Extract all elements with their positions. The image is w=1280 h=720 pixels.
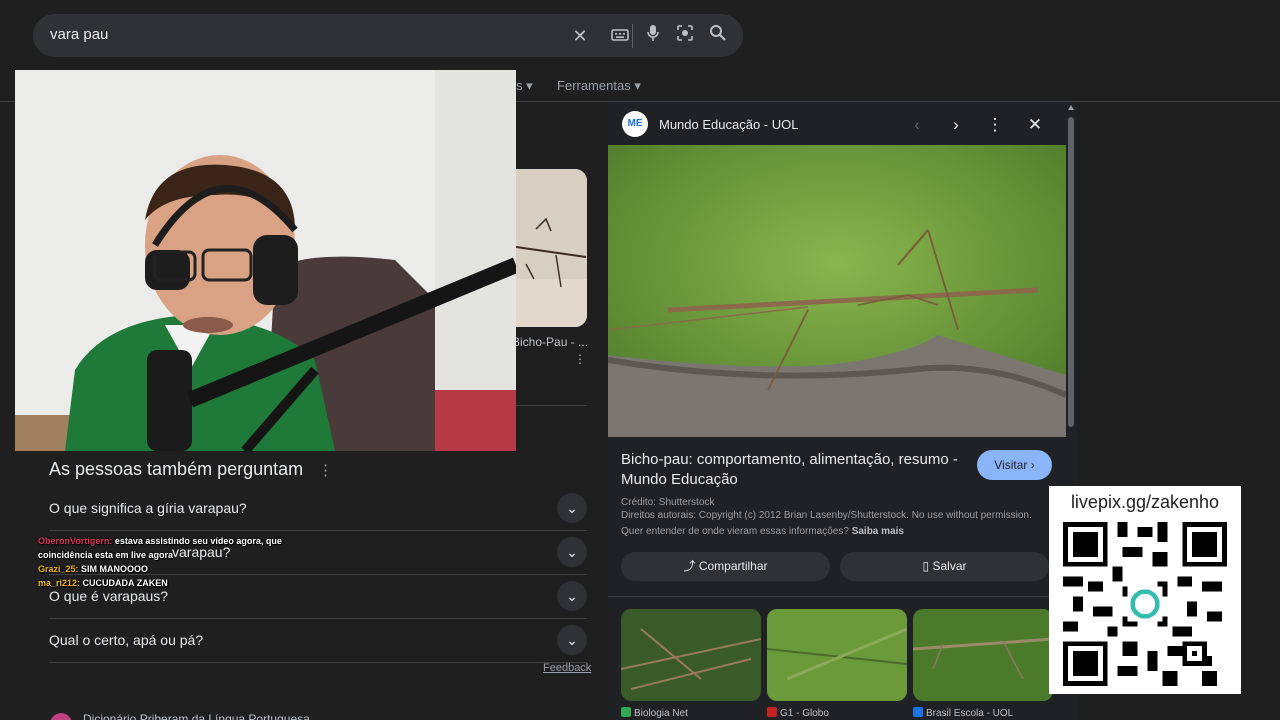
chevron-down-icon[interactable]: ⌄ [557,493,587,523]
result-title[interactable]: Bicho-pau: comportamento, alimentação, r… [621,450,966,490]
chat-message: Grazi_25: SIM MANOOOO [38,564,149,574]
chevron-down-icon[interactable]: ⌄ [557,625,587,655]
paa-heading: As pessoas também perguntam [49,459,304,479]
feedback-link[interactable]: Feedback [543,662,591,674]
divider [516,405,587,406]
scroll-up-icon[interactable] [1068,105,1074,110]
preview-image[interactable]: ⊙ [608,145,1066,437]
search-divider [632,24,633,48]
paa-question-text: O que significa a gíria varapau? [49,500,247,516]
stream-chat: OberonVortigern: estava assistindo seu v… [38,534,288,590]
related-image[interactable] [767,609,907,701]
paa-question-text: O que é varapaus? [49,588,169,604]
livepix-overlay: livepix.gg/zakenho [1049,486,1241,694]
image-credit: Crédito: Shutterstock [621,497,715,508]
image-result-thumbnail[interactable] [516,169,587,327]
chevron-right-icon[interactable]: › [944,113,968,137]
thumbnail-title[interactable]: Bicho-Pau - ... [512,335,587,349]
site-favicon [621,707,631,717]
qr-code [1063,522,1227,686]
bookmark-icon: ▯ [922,559,930,573]
microphone-icon[interactable] [641,24,665,48]
chevron-down-icon[interactable]: ⌄ [557,537,587,567]
save-button[interactable]: ▯ Salvar [840,552,1049,581]
paa-question-text: Qual o certo, apá ou pá? [49,632,204,648]
image-detail-panel: ME Mundo Educação - UOL ‹ › ⋮ ✕ Bicho-pa… [608,103,1066,720]
related-image[interactable] [621,609,761,701]
paa-question[interactable]: O que significa a gíria varapau? ⌄ [49,487,587,531]
learn-more-link[interactable]: Saiba mais [852,526,904,537]
chat-message: OberonVortigern: estava assistindo seu v… [38,536,282,560]
share-icon: ⤴ [683,559,696,573]
webcam-overlay [15,70,516,451]
search-bar[interactable]: vara pau ✕ [33,14,743,57]
scrollbar-thumb[interactable] [1068,117,1074,427]
info-source-text: Quer entender de onde vieram essas infor… [621,526,904,537]
paa-question[interactable]: Qual o certo, apá ou pá? ⌄ [49,619,587,663]
copyright-text: Direitos autorais: Copyright (c) 2012 Br… [621,510,1032,521]
tab-tools[interactable]: Ferramentas ▾ [557,78,641,94]
thumbnail-more-icon[interactable]: ⋮ [574,352,586,366]
livepix-url: livepix.gg/zakenho [1070,492,1220,512]
site-favicon [913,707,923,717]
panel-header: ME Mundo Educação - UOL ‹ › ⋮ ✕ [608,103,1066,145]
tab-more[interactable]: s ▾ [516,78,533,94]
divider [608,596,1066,597]
visit-button[interactable]: Visitar › [977,450,1052,480]
close-icon[interactable]: ✕ [1023,113,1047,137]
screen: vara pau ✕ s ▾ Ferramentas ▾ Bicho-Pau -… [0,0,1280,720]
related-source[interactable]: Brasil Escola - UOL [913,707,1013,719]
next-result-title[interactable]: Dicionário Priberam da Língua Portuguesa [83,712,310,720]
related-source[interactable]: Biologia Net [621,707,688,719]
lens-icon[interactable] [673,24,697,48]
chevron-left-icon[interactable]: ‹ [905,113,929,137]
site-favicon [50,713,72,720]
chat-message: ma_ri212: CUCUDADA ZAKEN [38,578,168,588]
source-logo: ME [622,111,648,137]
related-source[interactable]: G1 - Globo [767,707,829,719]
more-options-icon[interactable]: ⋮ [318,461,333,479]
more-vert-icon[interactable]: ⋮ [983,113,1007,137]
chevron-down-icon[interactable]: ⌄ [557,581,587,611]
search-input[interactable]: vara pau [50,26,108,43]
related-image[interactable] [913,609,1053,701]
close-icon[interactable]: ✕ [568,24,592,48]
site-favicon [767,707,777,717]
source-name[interactable]: Mundo Educação - UOL [659,117,798,132]
search-icon[interactable] [706,24,730,48]
share-button[interactable]: ⤴ Compartilhar [621,552,830,581]
keyboard-icon[interactable] [608,24,632,48]
